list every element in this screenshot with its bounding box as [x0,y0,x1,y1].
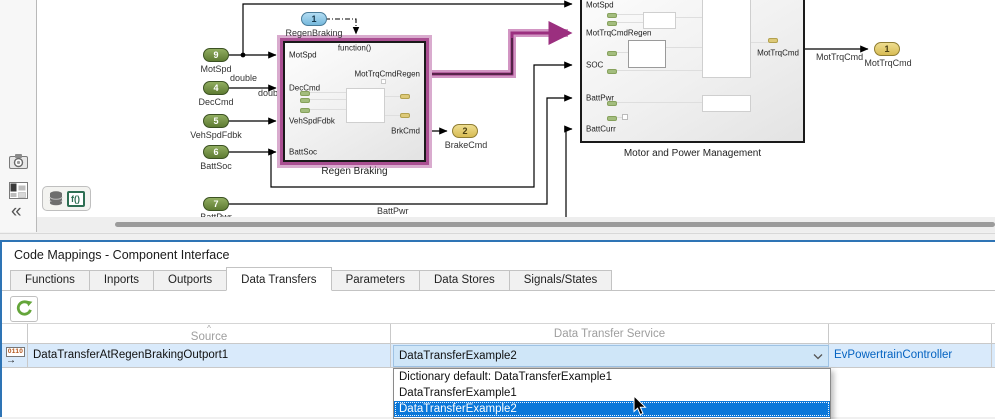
regen-in-battsoc: BattSoc [289,148,317,157]
panel-tabbar: Functions Inports Outports Data Transfer… [2,268,995,291]
refresh-icon [15,300,33,318]
tab-outports[interactable]: Outports [153,270,227,290]
inport-battpwr[interactable]: 7 [203,197,229,211]
hscrollbar-thumb[interactable] [115,222,995,227]
inport-motspd[interactable]: 9 [203,48,229,62]
camera-icon[interactable] [9,153,28,170]
regen-in-vehspdfdbk: VehSpdFdbk [289,117,335,126]
outport-brakecmd[interactable]: 2 [452,124,478,138]
trigger-port-regenbraking[interactable]: 1 [301,12,327,26]
panel-title: Code Mappings - Component Interface [14,248,229,262]
inport-battsoc[interactable]: 6 [203,145,229,159]
row-source-cell[interactable]: DataTransferAtRegenBrakingOutport1 [28,344,391,367]
dropdown-item-example1[interactable]: DataTransferExample1 [394,385,830,401]
table-header: ^ Source Data Transfer Service [2,323,995,344]
signal-label-battpwr: BattPwr [377,206,409,216]
viewmarks-icon[interactable] [9,182,28,199]
collapse-palette-button[interactable]: « [11,202,22,222]
signal-label-double: double [230,73,257,83]
tab-inports[interactable]: Inports [89,270,154,290]
motor-in-battcurr: BattCurr [586,125,616,134]
motor-in-mottrqcmdregen: MotTrqCmdRegen [586,29,652,38]
service-dropdown-list: Dictionary default: DataTransferExample1… [393,368,831,419]
regen-braking-caption: Regen Braking [283,166,426,177]
tab-signals-states[interactable]: Signals/States [509,270,613,290]
inport-battsoc-label: BattSoc [195,161,237,171]
regen-braking-block[interactable]: function() MotSpd DecCmd VehSpdFdbk Batt… [283,41,426,162]
inport-deccmd-label: DecCmd [195,97,237,107]
inport-vehspdfdbk[interactable]: 5 [203,114,229,128]
motor-out-mottrqcmd: MotTrqCmd [757,49,799,58]
row-component-link[interactable]: EvPowertrainController [829,344,992,367]
highlighted-signal[interactable] [426,33,568,74]
motor-block-caption: Motor and Power Management [580,148,805,159]
row-icon-cell: 0110 → [2,344,28,367]
signal-label-mottrqcmd: MotTrqCmd [816,52,863,62]
panel-toolbar [2,292,995,323]
dropdown-item-dictionary-default[interactable]: Dictionary default: DataTransferExample1 [394,369,830,385]
motor-in-soc: SOC [586,61,603,70]
function-badge: f() [67,191,85,207]
regen-out-brkcmd: BrkCmd [391,127,420,136]
simulink-canvas[interactable]: 9 MotSpd 4 DecCmd 5 VehSpdFdbk 6 BattSoc… [0,0,995,232]
dropdown-item-example2[interactable]: DataTransferExample2 [394,401,830,417]
code-mappings-panel: Code Mappings - Component Interface Func… [0,240,995,417]
chevron-down-icon [813,353,823,360]
data-dictionary-icon [49,191,63,206]
signal-lines [0,0,995,232]
inport-vehspdfdbk-label: VehSpdFdbk [190,130,242,140]
inport-motspd-label: MotSpd [195,64,237,74]
outport-mottrqcmd-label: MotTrqCmd [862,58,914,68]
panel-divider [0,233,995,234]
inport-deccmd[interactable]: 4 [203,81,229,95]
canvas-hscrollbar[interactable] [37,217,995,232]
regen-in-motspd: MotSpd [289,51,317,60]
header-data-transfer-service[interactable]: Data Transfer Service [391,324,829,344]
trigger-port-label: RegenBraking [285,28,343,38]
left-palette: « [0,0,37,232]
combobox-value: DataTransferExample2 [399,350,517,362]
header-component[interactable] [829,324,992,344]
outport-mottrqcmd[interactable]: 1 [874,42,900,56]
highlighted-signal-glow [426,33,568,74]
data-transfer-service-combobox[interactable]: DataTransferExample2 [393,345,829,367]
motor-power-management-block[interactable]: MotSpd MotTrqCmdRegen SOC BattPwr BattCu… [580,0,805,143]
regen-in-deccmd: DecCmd [289,84,320,93]
tab-data-stores[interactable]: Data Stores [419,270,510,290]
data-transfer-icon: 0110 → [6,347,25,364]
signal-label-double-2: double [258,88,285,98]
refresh-button[interactable] [10,296,38,322]
canvas-badges[interactable]: f() [42,186,91,211]
trigger-function-label: function() [338,44,371,53]
motor-in-battpwr: BattPwr [586,94,614,103]
tab-functions[interactable]: Functions [10,270,90,290]
tab-parameters[interactable]: Parameters [331,270,420,290]
motor-in-motspd: MotSpd [586,1,614,10]
header-icon-col [2,324,28,344]
outport-brakecmd-label: BrakeCmd [442,140,490,150]
mouse-cursor [633,395,647,416]
regen-out-mottrqcmdregen: MotTrqCmdRegen [354,70,420,79]
header-source[interactable]: ^ Source [28,324,391,344]
tab-data-transfers[interactable]: Data Transfers [226,267,331,291]
